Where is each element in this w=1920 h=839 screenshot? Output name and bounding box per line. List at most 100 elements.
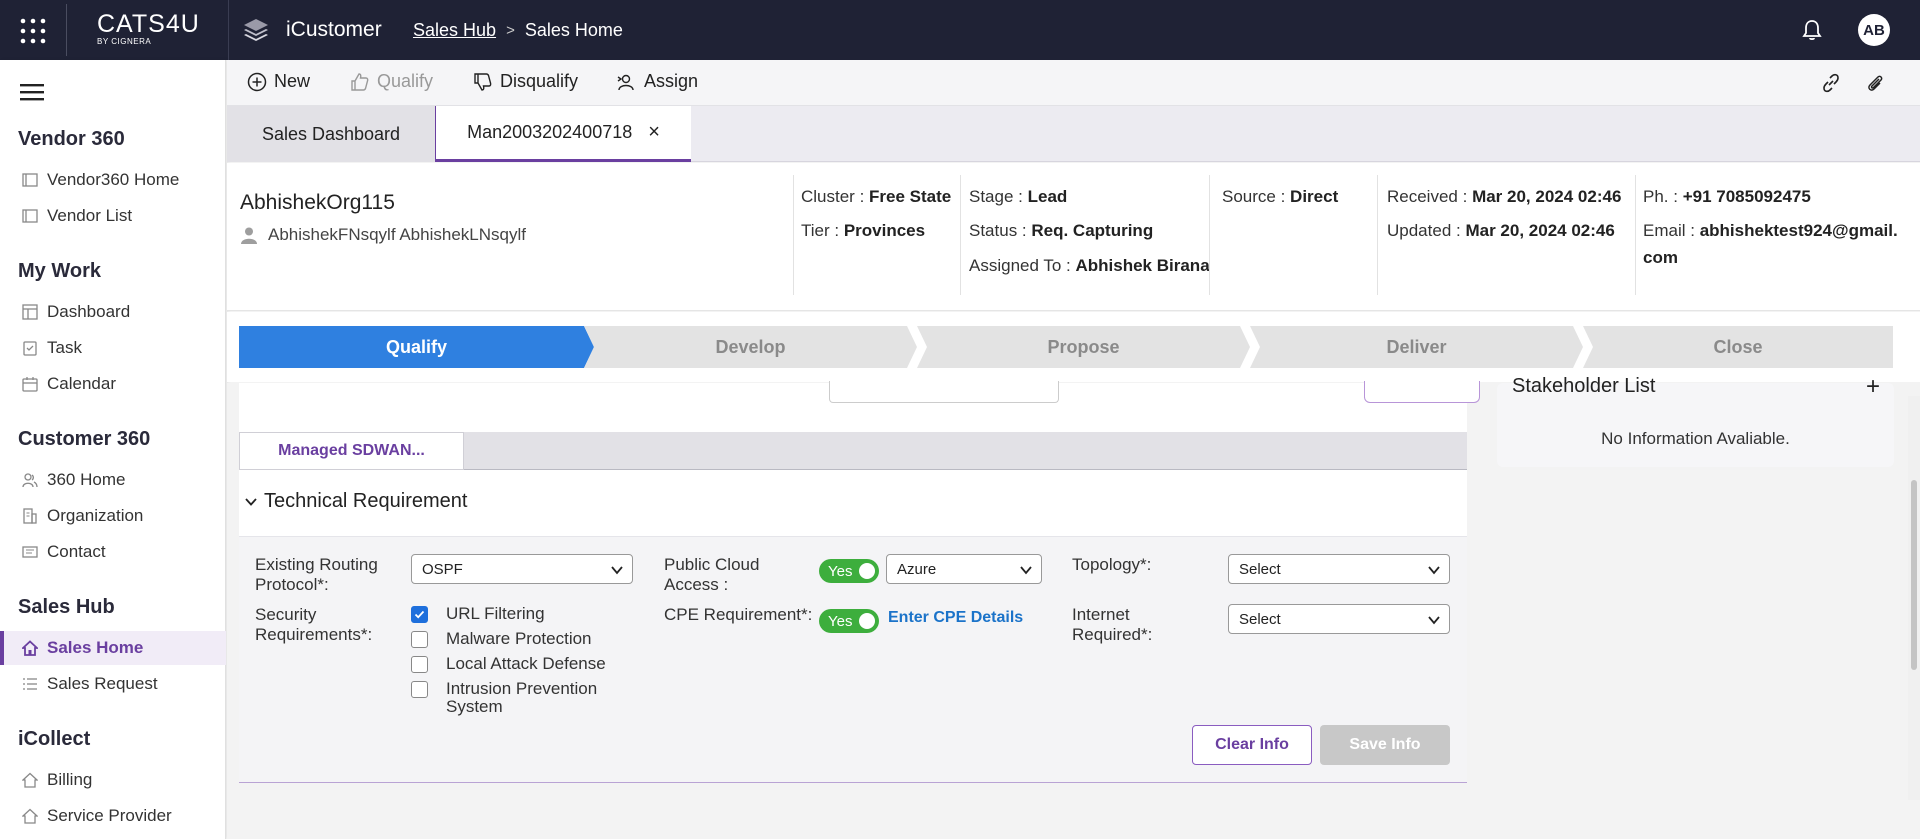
checkbox-checked[interactable]: [411, 606, 428, 623]
paperclip-icon[interactable]: [1865, 73, 1885, 93]
checkbox-malware-protection[interactable]: Malware Protection: [411, 630, 592, 648]
checkbox-url-filtering[interactable]: URL Filtering: [411, 605, 545, 623]
chevron-down-icon: [1020, 566, 1032, 575]
add-stakeholder-button[interactable]: +: [1866, 373, 1880, 401]
sidebar-item-billing[interactable]: Billing: [0, 763, 226, 797]
email-label: Email :: [1643, 221, 1695, 240]
contact-person: AbhishekFNsqylf AbhishekLNsqylf: [240, 225, 526, 245]
status-value: Req. Capturing: [1031, 221, 1154, 240]
app-grid-icon[interactable]: [20, 18, 46, 44]
select-value: Select: [1239, 560, 1281, 578]
stage-value: Lead: [1027, 187, 1068, 206]
sidebar-item-dashboard[interactable]: Dashboard: [0, 295, 226, 329]
sidebar-item-service-provider[interactable]: Service Provider: [0, 799, 226, 833]
stage-deliver[interactable]: Deliver: [1250, 326, 1583, 368]
cpe-requirement-toggle[interactable]: Yes: [819, 609, 879, 633]
sidebar-section-vendor-360: Vendor 360: [18, 128, 125, 150]
checkbox-intrusion-prevention[interactable]: Intrusion Prevention System: [411, 680, 631, 716]
scrollbar-thumb[interactable]: [1911, 480, 1917, 670]
breadcrumb-separator: >: [506, 22, 515, 39]
link-icon[interactable]: [1821, 73, 1841, 93]
stakeholder-list-title: Stakeholder List: [1512, 375, 1656, 397]
user-avatar[interactable]: AB: [1858, 14, 1890, 46]
chevron-down-icon: [1428, 616, 1440, 625]
logo-subtext: BY CIGNERA: [97, 37, 152, 46]
stage-label: Stage :: [969, 187, 1023, 206]
chevron-down-icon: [611, 566, 623, 575]
routing-protocol-select[interactable]: OSPF: [411, 554, 633, 584]
technical-form: Existing Routing Protocol*: OSPF Securit…: [239, 536, 1467, 783]
users-icon: [22, 472, 38, 488]
disqualify-button[interactable]: Disqualify: [473, 71, 578, 92]
public-cloud-select[interactable]: Azure: [886, 554, 1042, 584]
menu-icon[interactable]: [20, 82, 44, 102]
sidebar-item-sales-home[interactable]: Sales Home: [0, 631, 226, 665]
stage-qualify[interactable]: Qualify: [239, 326, 594, 368]
partial-input[interactable]: [829, 381, 1059, 403]
sidebar-item-calendar[interactable]: Calendar: [0, 367, 226, 401]
sidebar-item-organization[interactable]: Organization: [0, 499, 226, 533]
checkbox-unchecked[interactable]: [411, 656, 428, 673]
checkbox-unchecked[interactable]: [411, 681, 428, 698]
sidebar-item-task[interactable]: Task: [0, 331, 226, 365]
internet-required-select[interactable]: Select: [1228, 604, 1450, 634]
checkbox-unchecked[interactable]: [411, 631, 428, 648]
stage-develop[interactable]: Develop: [584, 326, 917, 368]
public-cloud-label: Public Cloud Access :: [664, 555, 759, 595]
tab-label: Man2003202400718: [467, 122, 633, 142]
status-label: Status :: [969, 221, 1027, 240]
sidebar-item-vendor-list[interactable]: Vendor List: [0, 199, 226, 233]
checkbox-label: URL Filtering: [446, 604, 545, 623]
cpe-requirement-label: CPE Requirement*:: [664, 605, 813, 624]
checkbox-local-attack-defense[interactable]: Local Attack Defense: [411, 655, 606, 673]
bell-icon[interactable]: [1800, 18, 1824, 42]
topology-select[interactable]: Select: [1228, 554, 1450, 584]
checkbox-label: Malware Protection: [446, 629, 592, 648]
tab-record[interactable]: Man2003202400718 ×: [435, 106, 691, 162]
phone-label: Ph. :: [1643, 187, 1678, 206]
stage-propose[interactable]: Propose: [917, 326, 1250, 368]
tab-sales-dashboard[interactable]: Sales Dashboard: [227, 106, 435, 162]
sidebar-item-label: Billing: [47, 770, 93, 789]
save-info-button[interactable]: Save Info: [1320, 725, 1450, 765]
sidebar-item-label: Calendar: [47, 374, 116, 393]
home-icon: [22, 640, 38, 656]
public-cloud-toggle[interactable]: Yes: [819, 559, 879, 583]
partial-button[interactable]: [1364, 381, 1480, 403]
label-line: Public Cloud: [664, 555, 760, 574]
top-bar: CATS4U BY CIGNERA iCustomer Sales Hub > …: [0, 0, 1920, 60]
assign-button[interactable]: Assign: [617, 71, 698, 92]
sidebar-item-360-home[interactable]: 360 Home: [0, 463, 226, 497]
new-button[interactable]: New: [247, 71, 310, 92]
sidebar-item-vendor360-home[interactable]: Vendor360 Home: [0, 163, 226, 197]
breadcrumb-sales-hub[interactable]: Sales Hub: [413, 20, 496, 41]
sidebar: Vendor 360 Vendor360 Home Vendor List My…: [0, 60, 226, 839]
clear-info-button[interactable]: Clear Info: [1192, 725, 1312, 765]
qualify-button-label: Qualify: [377, 71, 434, 91]
received-field: Received : Mar 20, 2024 02:46: [1387, 187, 1621, 207]
stage-close[interactable]: Close: [1583, 326, 1893, 368]
product-tabs: Managed SDWAN...: [239, 432, 1467, 470]
layers-icon: [244, 19, 268, 41]
section-technical-requirement[interactable]: Technical Requirement: [244, 490, 467, 513]
tier-field: Tier : Provinces: [801, 221, 925, 241]
sidebar-item-label: Contact: [47, 542, 106, 561]
label-line: Security: [255, 605, 317, 624]
sidebar-item-sales-request[interactable]: Sales Request: [0, 667, 226, 701]
phone-field: Ph. : +91 7085092475: [1643, 187, 1811, 207]
label-line: Internet: [1072, 605, 1130, 624]
tab-managed-sdwan[interactable]: Managed SDWAN...: [239, 432, 464, 470]
section-title-label: Technical Requirement: [264, 490, 468, 512]
label-line: Protocol*:: [255, 575, 329, 594]
qualify-button[interactable]: Qualify: [350, 71, 433, 92]
sidebar-item-contact[interactable]: Contact: [0, 535, 226, 569]
close-icon[interactable]: ×: [648, 121, 660, 144]
stage-label: Develop: [715, 336, 786, 357]
chevron-down-icon: [1428, 566, 1440, 575]
breadcrumb: Sales Hub > Sales Home: [413, 20, 623, 41]
enter-cpe-details-link[interactable]: Enter CPE Details: [888, 609, 1023, 627]
select-value: Azure: [897, 560, 937, 578]
email-value: abhishektest924@gmail.: [1699, 221, 1898, 240]
divider: [66, 4, 67, 56]
security-requirements-label: Security Requirements*:: [255, 605, 372, 645]
